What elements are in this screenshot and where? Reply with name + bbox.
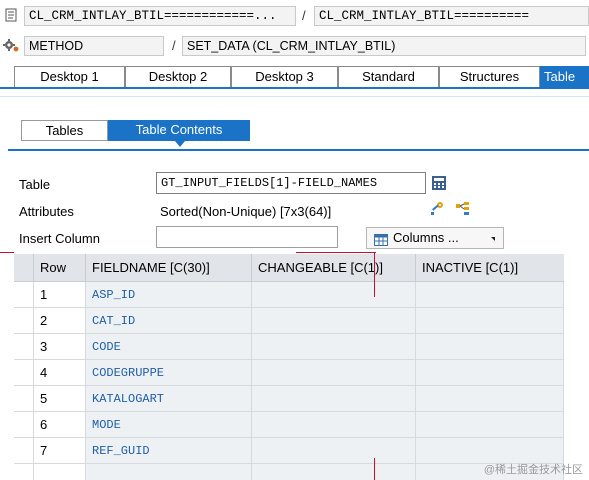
key-icon[interactable] (429, 201, 445, 217)
row-selector[interactable] (14, 308, 34, 334)
row2-separator: / (172, 38, 176, 53)
cell-changeable[interactable] (252, 386, 416, 412)
document-icon (4, 8, 18, 22)
insert-column-field[interactable] (156, 226, 338, 248)
attributes-value: Sorted(Non-Unique) [7x3(64)] (160, 204, 332, 219)
inner-tabstrip-underline (8, 149, 589, 151)
table-calculator-icon[interactable] (431, 175, 447, 191)
row-selector[interactable] (14, 282, 34, 308)
columns-dropdown-icon (491, 237, 495, 241)
method-name-field[interactable]: SET_DATA (CL_CRM_INTLAY_BTIL) (182, 36, 586, 56)
row-selector[interactable] (14, 334, 34, 360)
cell-changeable[interactable] (252, 412, 416, 438)
empty-row-cell[interactable] (14, 464, 34, 480)
tab-desktop-1[interactable]: Desktop 1 (14, 66, 125, 87)
annotation-line-horizontal-2 (296, 252, 376, 253)
tab-structures[interactable]: Structures (439, 66, 540, 87)
watermark: @稀土掘金技术社区 (483, 464, 583, 476)
tab-table[interactable]: Table (540, 66, 589, 87)
cell-changeable[interactable] (252, 308, 416, 334)
empty-row-cell[interactable] (252, 464, 416, 480)
tab-tables[interactable]: Tables (21, 120, 108, 141)
empty-row-cell[interactable] (86, 464, 252, 480)
column-header-changeable[interactable]: CHANGEABLE [C(1)] (252, 254, 416, 282)
annotation-line-vertical (374, 252, 375, 297)
row1-separator: / (302, 8, 306, 23)
tab-desktop-3[interactable]: Desktop 3 (231, 66, 338, 87)
cell-row[interactable]: 4 (34, 360, 86, 386)
insert-column-label: Insert Column (19, 231, 100, 246)
cell-inactive[interactable] (416, 308, 564, 334)
cell-row[interactable]: 7 (34, 438, 86, 464)
cell-fieldname[interactable]: KATALOGART (86, 386, 252, 412)
cell-changeable[interactable] (252, 282, 416, 308)
method-gear-icon (3, 38, 19, 52)
active-tab-caret (175, 141, 185, 147)
hierarchy-icon[interactable] (455, 201, 471, 217)
cell-inactive[interactable] (416, 334, 564, 360)
column-header-row[interactable]: Row (34, 254, 86, 282)
tabstrip-underline (0, 87, 589, 89)
cell-fieldname[interactable]: CAT_ID (86, 308, 252, 334)
column-header-fieldname[interactable]: FIELDNAME [C(30)] (86, 254, 252, 282)
cell-row[interactable]: 1 (34, 282, 86, 308)
header-row-number (14, 254, 34, 282)
cell-inactive[interactable] (416, 282, 564, 308)
cell-changeable[interactable] (252, 438, 416, 464)
cell-fieldname[interactable]: CODEGRUPPE (86, 360, 252, 386)
row-selector[interactable] (14, 438, 34, 464)
row-selector[interactable] (14, 386, 34, 412)
row-selector[interactable] (14, 412, 34, 438)
cell-changeable[interactable] (252, 360, 416, 386)
cell-row[interactable]: 2 (34, 308, 86, 334)
attributes-label: Attributes (19, 204, 74, 219)
cell-fieldname[interactable]: REF_GUID (86, 438, 252, 464)
method-type-field[interactable]: METHOD (24, 36, 164, 56)
cell-inactive[interactable] (416, 412, 564, 438)
cell-inactive[interactable] (416, 386, 564, 412)
tab-standard[interactable]: Standard (338, 66, 439, 87)
cell-fieldname[interactable]: ASP_ID (86, 282, 252, 308)
column-header-inactive[interactable]: INACTIVE [C(1)] (416, 254, 564, 282)
desktop-tabstrip: Desktop 1 Desktop 2 Desktop 3 Standard S… (0, 66, 589, 87)
columns-grid-icon (374, 232, 388, 252)
table-label: Table (19, 177, 51, 192)
annotation-line-vertical-2 (374, 458, 375, 480)
cell-row[interactable]: 6 (34, 412, 86, 438)
columns-button-label: Columns ... (393, 230, 459, 245)
cell-changeable[interactable] (252, 334, 416, 360)
cell-row[interactable]: 3 (34, 334, 86, 360)
empty-row-cell[interactable] (34, 464, 86, 480)
cell-row[interactable]: 5 (34, 386, 86, 412)
cell-fieldname[interactable]: CODE (86, 334, 252, 360)
tab-desktop-2[interactable]: Desktop 2 (125, 66, 231, 87)
annotation-line-horizontal (0, 252, 14, 253)
tabstrip-divider (0, 96, 589, 97)
columns-button[interactable]: Columns ... (366, 227, 504, 249)
class-field-1[interactable]: CL_CRM_INTLAY_BTIL============... (24, 6, 296, 26)
class-field-2[interactable]: CL_CRM_INTLAY_BTIL========== (314, 6, 589, 26)
cell-fieldname[interactable]: MODE (86, 412, 252, 438)
tab-table-contents[interactable]: Table Contents (108, 120, 250, 141)
row-selector[interactable] (14, 360, 34, 386)
cell-inactive[interactable] (416, 360, 564, 386)
table-name-field[interactable]: GT_INPUT_FIELDS[1]-FIELD_NAMES (156, 172, 426, 194)
